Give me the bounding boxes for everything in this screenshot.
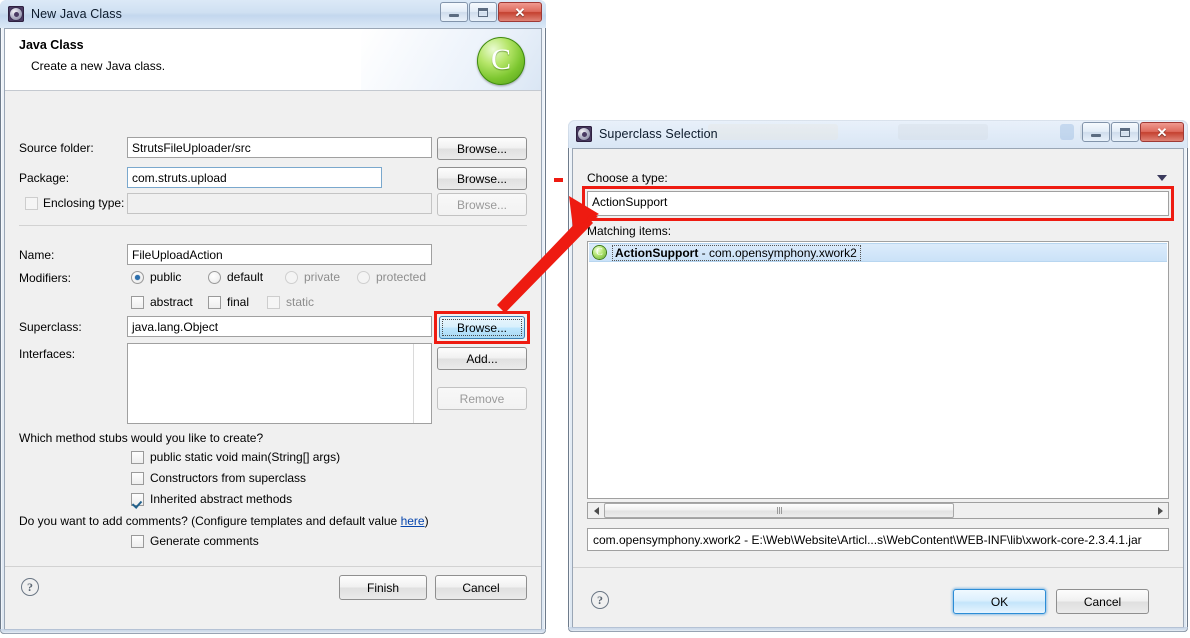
annotation-arrow xyxy=(497,196,599,313)
banner-letter: C xyxy=(490,43,511,76)
java-class-banner-icon: C xyxy=(477,37,525,85)
